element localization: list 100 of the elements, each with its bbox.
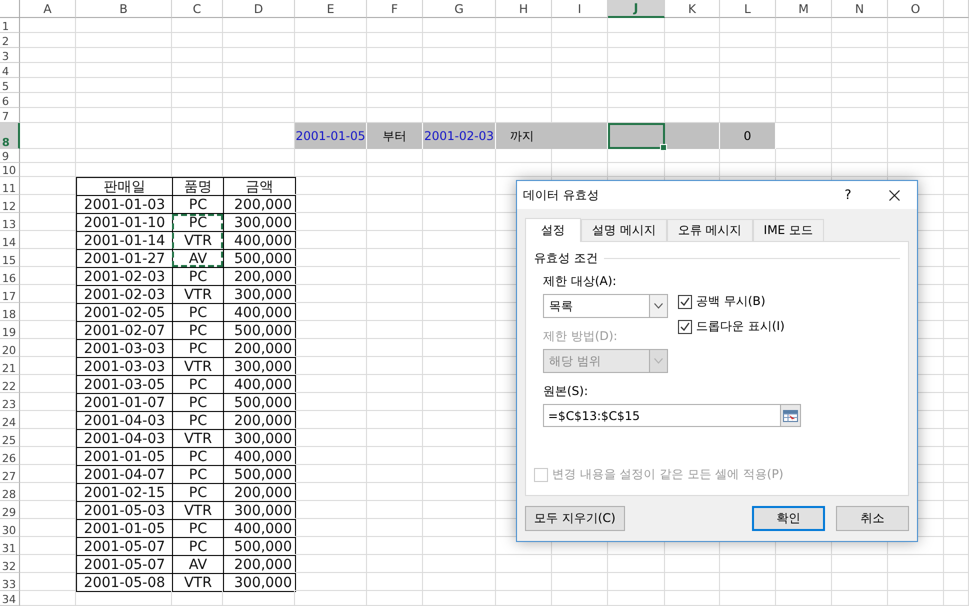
grid-cell[interactable] [172,149,223,163]
grid-cell[interactable] [423,195,496,213]
grid-cell[interactable] [295,573,367,591]
grid-cell[interactable] [608,63,665,78]
grid-cell[interactable] [367,149,423,163]
grid-cell[interactable] [552,555,608,573]
row-header[interactable]: 1 [0,18,20,33]
row-header[interactable]: 16 [0,267,20,285]
grid-cell[interactable] [496,48,552,63]
grid-cell[interactable] [776,63,832,78]
grid-cell[interactable] [944,33,969,48]
row-header[interactable]: 31 [0,537,20,555]
grid-cell[interactable] [223,33,295,48]
grid-cell[interactable] [888,93,944,108]
grid-cell[interactable] [295,267,367,285]
grid-cell[interactable] [888,591,944,606]
grid-cell[interactable] [20,48,76,63]
grid-cell[interactable] [776,573,832,591]
grid-cell[interactable] [552,591,608,606]
row-header[interactable]: 21 [0,357,20,375]
grid-cell[interactable] [552,48,608,63]
grid-cell[interactable] [20,447,76,465]
grid-cell[interactable] [423,555,496,573]
grid-cell[interactable] [367,321,423,339]
grid-cell[interactable] [76,93,172,108]
grid-cell[interactable] [20,303,76,321]
grid-cell[interactable] [608,149,665,163]
column-header[interactable] [944,0,969,18]
grid-cell[interactable] [423,501,496,519]
grid-cell[interactable] [367,357,423,375]
grid-cell[interactable] [776,78,832,93]
grid-cell[interactable] [888,63,944,78]
column-header[interactable]: D [223,0,295,18]
row-header[interactable]: 26 [0,447,20,465]
grid-cell[interactable] [720,93,776,108]
row-header[interactable]: 20 [0,339,20,357]
grid-cell[interactable] [944,18,969,33]
grid-cell[interactable] [944,108,969,123]
grid-cell[interactable] [367,18,423,33]
grid-cell[interactable] [423,48,496,63]
row-header[interactable]: 7 [0,108,20,123]
grid-cell[interactable] [20,163,76,177]
grid-cell[interactable] [423,249,496,267]
grid-cell[interactable] [423,375,496,393]
grid-cell[interactable] [223,78,295,93]
grid-cell[interactable] [76,123,172,149]
grid-cell[interactable] [423,78,496,93]
grid-cell[interactable] [295,93,367,108]
grid-cell[interactable] [944,63,969,78]
grid-cell[interactable] [944,195,969,213]
grid-cell[interactable] [295,465,367,483]
grid-cell[interactable] [720,573,776,591]
grid-cell[interactable] [367,465,423,483]
grid-cell[interactable] [552,78,608,93]
grid-cell[interactable] [295,519,367,537]
row-header[interactable]: 19 [0,321,20,339]
row-header[interactable]: 34 [0,591,20,606]
grid-cell[interactable] [20,483,76,501]
grid-cell[interactable] [944,501,969,519]
grid-cell[interactable] [367,63,423,78]
grid-cell[interactable] [552,93,608,108]
grid-cell[interactable] [20,18,76,33]
grid-cell[interactable] [295,447,367,465]
fill-handle[interactable] [660,144,667,151]
row-header[interactable]: 29 [0,501,20,519]
grid-cell[interactable] [608,163,665,177]
grid-cell[interactable] [776,123,832,149]
grid-cell[interactable] [423,447,496,465]
tab[interactable]: IME 모드 [752,219,824,241]
grid-cell[interactable] [608,78,665,93]
grid-cell[interactable] [944,149,969,163]
grid-cell[interactable] [295,411,367,429]
grid-cell[interactable] [608,591,665,606]
grid-cell[interactable] [776,33,832,48]
grid-cell[interactable] [944,591,969,606]
grid-cell[interactable] [944,163,969,177]
grid-cell[interactable] [295,177,367,195]
grid-cell[interactable] [367,393,423,411]
cancel-button[interactable]: 취소 [836,506,909,531]
grid-cell[interactable] [608,555,665,573]
grid-cell[interactable] [295,195,367,213]
grid-cell[interactable] [832,149,888,163]
grid-cell[interactable] [223,123,295,149]
grid-cell[interactable] [832,18,888,33]
grid-cell[interactable] [295,48,367,63]
column-header[interactable]: M [776,0,832,18]
grid-cell[interactable] [720,33,776,48]
row-header[interactable]: 17 [0,285,20,303]
grid-cell[interactable] [423,465,496,483]
grid-cell[interactable] [172,48,223,63]
grid-cell[interactable] [944,48,969,63]
grid-cell[interactable] [552,573,608,591]
grid-cell[interactable] [496,18,552,33]
grid-cell[interactable] [944,357,969,375]
grid-cell[interactable] [888,123,944,149]
row-header[interactable]: 22 [0,375,20,393]
grid-cell[interactable] [944,411,969,429]
grid-cell[interactable] [944,177,969,195]
grid-cell[interactable] [223,149,295,163]
grid-cell[interactable] [888,48,944,63]
